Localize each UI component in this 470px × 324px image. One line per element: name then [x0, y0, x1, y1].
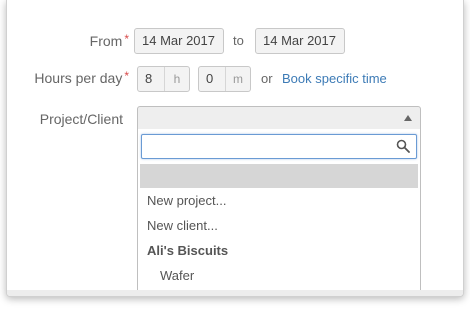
- project-client-select[interactable]: [137, 106, 421, 130]
- card-footer-strip: [7, 290, 463, 296]
- option-project-wafer[interactable]: Wafer: [160, 268, 194, 283]
- or-text: or: [261, 71, 273, 86]
- option-new-project[interactable]: New project...: [147, 193, 226, 208]
- minutes-unit: m: [225, 67, 250, 91]
- hours-unit: h: [164, 67, 189, 91]
- minutes-input[interactable]: 0 m: [198, 66, 251, 92]
- hours-per-day-label-text: Hours per day: [34, 70, 123, 86]
- dropdown-search-input[interactable]: [141, 134, 417, 159]
- start-date-field[interactable]: 14 Mar 2017: [134, 28, 224, 54]
- booking-form-card: From * 14 Mar 2017 to 14 Mar 2017 Hours p…: [6, 0, 464, 297]
- hours-input[interactable]: 8 h: [137, 66, 190, 92]
- end-date-value: 14 Mar 2017: [263, 33, 336, 48]
- search-icon: [396, 139, 410, 153]
- minutes-value: 0: [206, 71, 214, 86]
- project-client-dropdown: New project... New client... Ali's Biscu…: [137, 129, 421, 296]
- option-group-alis-biscuits: Ali's Biscuits: [147, 243, 229, 258]
- project-client-label: Project/Client: [39, 111, 123, 127]
- required-asterisk: *: [124, 69, 129, 83]
- from-label-text: From: [89, 33, 123, 49]
- hours-per-day-label: Hours per day *: [17, 69, 129, 86]
- caret-up-icon: [404, 115, 412, 121]
- start-date-value: 14 Mar 2017: [142, 33, 215, 48]
- date-range-separator: to: [233, 33, 244, 48]
- from-label: From *: [65, 32, 129, 49]
- book-specific-time-link[interactable]: Book specific time: [282, 71, 387, 86]
- required-asterisk: *: [124, 32, 129, 46]
- dropdown-highlighted-row[interactable]: [140, 164, 418, 188]
- hours-value: 8: [145, 71, 153, 86]
- end-date-field[interactable]: 14 Mar 2017: [255, 28, 345, 54]
- option-new-client[interactable]: New client...: [147, 218, 218, 233]
